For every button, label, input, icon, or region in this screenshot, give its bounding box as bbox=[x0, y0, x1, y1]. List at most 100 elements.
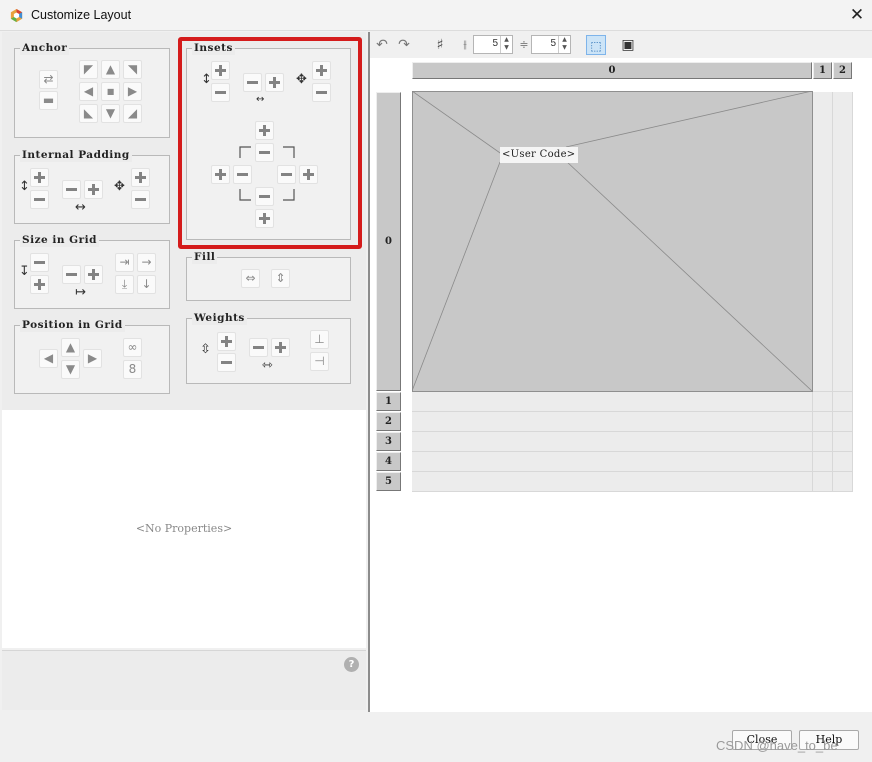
insets-vertical-decrease-icon[interactable] bbox=[211, 83, 230, 102]
span-relative-height-icon[interactable]: ↓ bbox=[137, 275, 156, 294]
anchor-southeast-icon[interactable]: ◢ bbox=[123, 104, 142, 123]
anchor-baseline-relative-icon[interactable]: ▬ bbox=[39, 91, 58, 110]
insets-left-decrease-icon[interactable] bbox=[233, 165, 252, 184]
relative-x-icon[interactable]: ∞ bbox=[123, 338, 142, 357]
grid-cell[interactable] bbox=[412, 472, 813, 492]
move-right-icon[interactable]: ▶ bbox=[83, 349, 102, 368]
weight-distribute-y-icon[interactable]: ⊣ bbox=[310, 352, 329, 371]
padding-width-decrease-icon[interactable] bbox=[62, 180, 81, 199]
grid-cell[interactable] bbox=[412, 452, 813, 472]
anchor-center-icon[interactable]: ■ bbox=[101, 82, 120, 101]
grid-cell[interactable] bbox=[833, 452, 853, 472]
grid-cell[interactable] bbox=[813, 432, 833, 452]
column-header-0[interactable]: 0 bbox=[412, 62, 812, 79]
padding-height-increase-icon[interactable] bbox=[30, 168, 49, 187]
weight-y-decrease-icon[interactable] bbox=[217, 353, 236, 372]
row-header-5[interactable]: 5 bbox=[376, 472, 401, 491]
anchor-southwest-icon[interactable]: ◣ bbox=[79, 104, 98, 123]
insets-bottom-increase-icon[interactable] bbox=[255, 209, 274, 228]
height-span-icon: ↧ bbox=[19, 264, 30, 279]
row-header-2[interactable]: 2 bbox=[376, 412, 401, 431]
insets-horizontal-increase-icon[interactable] bbox=[265, 73, 284, 92]
weight-x-increase-icon[interactable] bbox=[271, 338, 290, 357]
vertical-gap-spinner[interactable]: 5 ▲ ▼ bbox=[531, 35, 571, 54]
fill-horizontal-icon[interactable]: ⇔ bbox=[241, 269, 260, 288]
weights-group-title: Weights bbox=[192, 311, 247, 325]
weight-x-decrease-icon[interactable] bbox=[249, 338, 268, 357]
grid-cell[interactable] bbox=[813, 92, 833, 392]
grid-icon[interactable]: ♯ bbox=[430, 35, 450, 55]
insets-top-increase-icon[interactable] bbox=[255, 121, 274, 140]
grid-cell[interactable] bbox=[813, 452, 833, 472]
fill-vertical-icon[interactable]: ⇕ bbox=[271, 269, 290, 288]
row-header-0[interactable]: 0 bbox=[376, 92, 401, 391]
grid-cell[interactable] bbox=[412, 432, 813, 452]
padding-width-increase-icon[interactable] bbox=[84, 180, 103, 199]
row-header-1[interactable]: 1 bbox=[376, 392, 401, 411]
horizontal-arrows-icon: ↔ bbox=[75, 200, 86, 215]
horizontal-gap-icon: ⫲ bbox=[463, 38, 467, 51]
spinner-arrows-icon[interactable]: ▲ ▼ bbox=[500, 36, 512, 53]
anchor-south-icon[interactable]: ▼ bbox=[101, 104, 120, 123]
move-up-icon[interactable]: ▲ bbox=[61, 338, 80, 357]
grid-cell[interactable] bbox=[813, 392, 833, 412]
span-relative-width-icon[interactable]: → bbox=[137, 253, 156, 272]
width-span-decrease-icon[interactable] bbox=[62, 265, 81, 284]
grid-cell[interactable] bbox=[813, 412, 833, 432]
grid-cell[interactable] bbox=[833, 472, 853, 492]
column-header-1[interactable]: 1 bbox=[813, 62, 832, 79]
height-span-increase-icon[interactable] bbox=[30, 275, 49, 294]
spinner-arrows-icon[interactable]: ▲ ▼ bbox=[558, 36, 570, 53]
height-span-decrease-icon[interactable] bbox=[30, 253, 49, 272]
anchor-baseline-toggle-icon[interactable]: ⇄ bbox=[39, 70, 58, 89]
help-icon[interactable]: ? bbox=[344, 657, 359, 672]
row-header-4[interactable]: 4 bbox=[376, 452, 401, 471]
relative-y-icon[interactable]: 8 bbox=[123, 360, 142, 379]
preview-icon[interactable]: ▣ bbox=[618, 35, 638, 55]
insets-bottom-decrease-icon[interactable] bbox=[255, 187, 274, 206]
vertical-gap-value: 5 bbox=[550, 38, 556, 49]
insets-all-decrease-icon[interactable] bbox=[312, 83, 331, 102]
padding-both-increase-icon[interactable] bbox=[131, 168, 150, 187]
column-header-2[interactable]: 2 bbox=[833, 62, 852, 79]
insets-vertical-increase-icon[interactable] bbox=[211, 61, 230, 80]
grid-cell[interactable] bbox=[833, 392, 853, 412]
grid-cell[interactable] bbox=[833, 412, 853, 432]
grid-cell[interactable] bbox=[412, 412, 813, 432]
move-down-icon[interactable]: ▼ bbox=[61, 360, 80, 379]
insets-right-decrease-icon[interactable] bbox=[277, 165, 296, 184]
padding-both-decrease-icon[interactable] bbox=[131, 190, 150, 209]
weight-y-increase-icon[interactable] bbox=[217, 332, 236, 351]
grid-cell[interactable] bbox=[813, 472, 833, 492]
description-area bbox=[2, 650, 366, 710]
insets-all-increase-icon[interactable] bbox=[312, 61, 331, 80]
width-span-increase-icon[interactable] bbox=[84, 265, 103, 284]
horizontal-gap-spinner[interactable]: 5 ▲ ▼ bbox=[473, 35, 513, 54]
anchor-north-icon[interactable]: ▲ bbox=[101, 60, 120, 79]
move-left-icon[interactable]: ◀ bbox=[39, 349, 58, 368]
user-code-component[interactable] bbox=[412, 91, 813, 392]
select-icon[interactable]: ⬚ bbox=[586, 35, 606, 55]
weight-distribute-x-icon[interactable]: ⊥ bbox=[310, 330, 329, 349]
anchor-northeast-icon[interactable]: ◥ bbox=[123, 60, 142, 79]
span-remainder-width-icon[interactable]: ⇥ bbox=[115, 253, 134, 272]
grid-cell[interactable] bbox=[833, 432, 853, 452]
properties-panel: <No Properties> bbox=[2, 410, 366, 648]
padding-height-decrease-icon[interactable] bbox=[30, 190, 49, 209]
insets-right-increase-icon[interactable] bbox=[299, 165, 318, 184]
window-close-button[interactable]: ✕ bbox=[846, 3, 868, 27]
position-in-grid-group-title: Position in Grid bbox=[20, 318, 125, 332]
insets-top-decrease-icon[interactable] bbox=[255, 143, 274, 162]
row-header-3[interactable]: 3 bbox=[376, 432, 401, 451]
redo-icon[interactable]: ↷ bbox=[394, 35, 414, 55]
grid-cell[interactable] bbox=[412, 392, 813, 412]
anchor-west-icon[interactable]: ◀ bbox=[79, 82, 98, 101]
anchor-east-icon[interactable]: ▶ bbox=[123, 82, 142, 101]
undo-icon[interactable]: ↶ bbox=[372, 35, 392, 55]
insets-group: Insets ↕ ↔ ✥ bbox=[186, 41, 351, 240]
anchor-northwest-icon[interactable]: ◤ bbox=[79, 60, 98, 79]
span-remainder-height-icon[interactable]: ⤓ bbox=[115, 275, 134, 294]
insets-horizontal-decrease-icon[interactable] bbox=[243, 73, 262, 92]
insets-left-increase-icon[interactable] bbox=[211, 165, 230, 184]
grid-cell[interactable] bbox=[833, 92, 853, 392]
